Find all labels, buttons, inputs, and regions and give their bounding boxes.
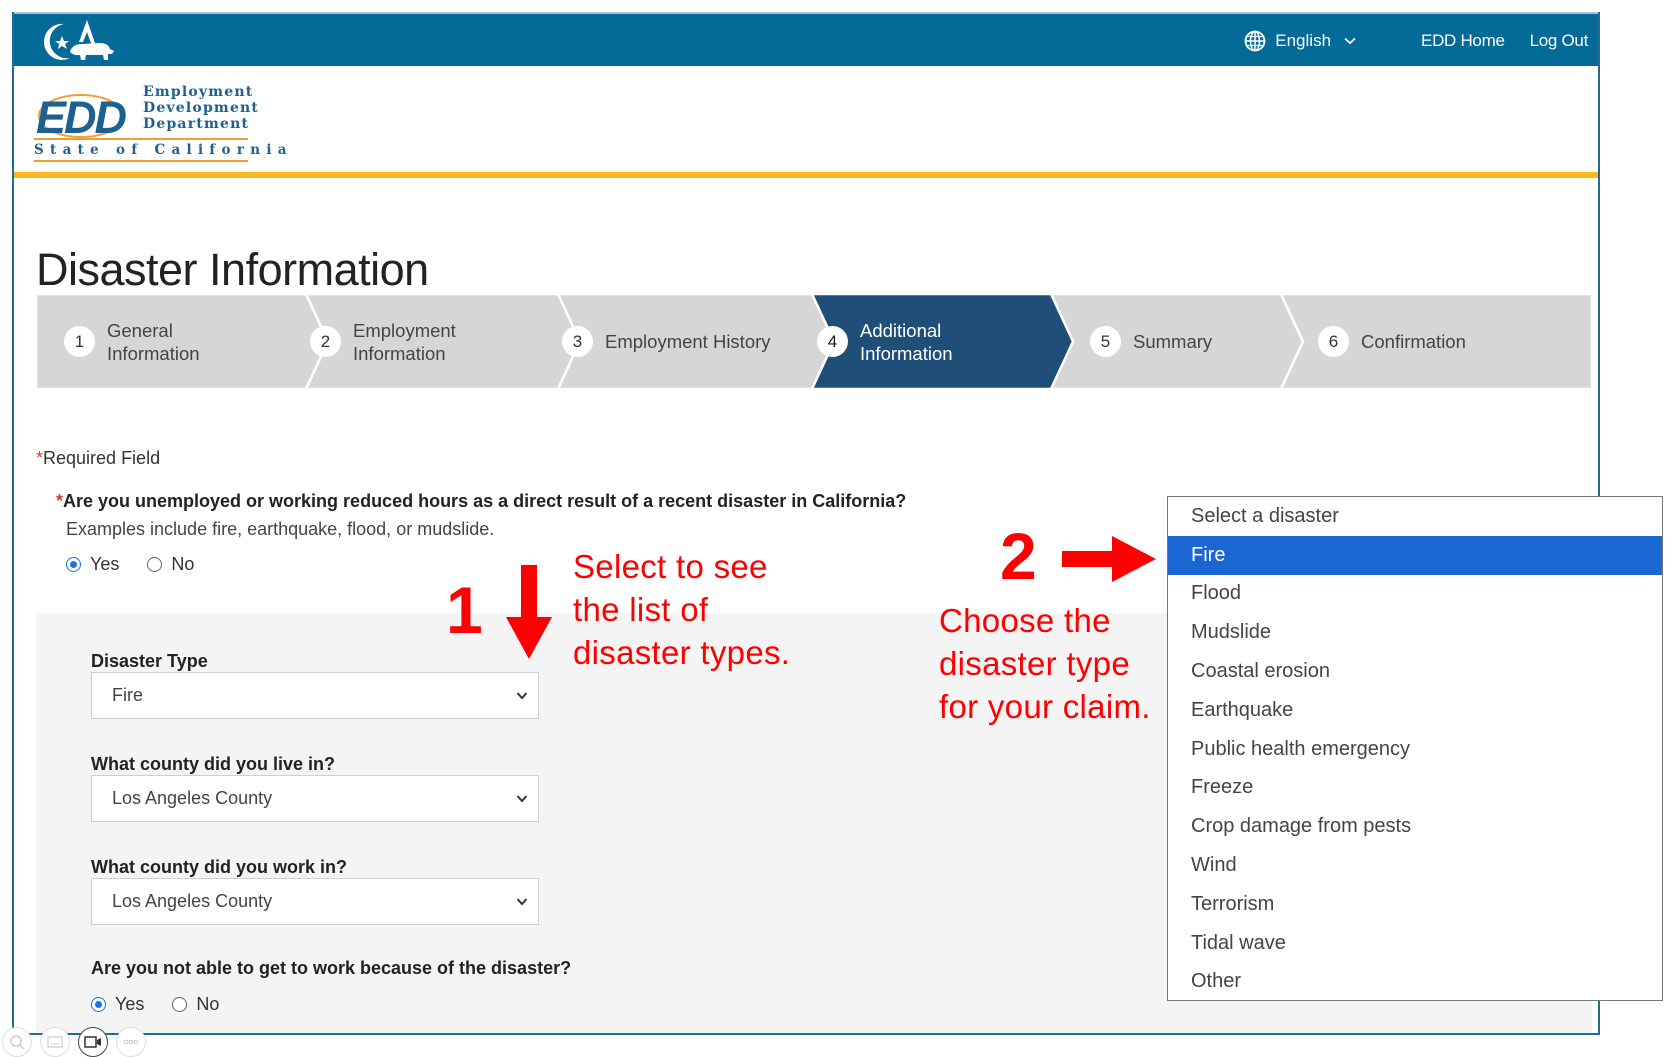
edd-mark: EDD [36,92,127,143]
step-label: Confirmation [1361,331,1466,352]
step-label: Employment History [605,331,771,352]
header-divider [14,172,1598,178]
step-number: 6 [1318,326,1349,357]
edd-department-name: Employment Development Department [143,84,260,132]
bottom-toolbar [2,1027,146,1057]
ca-logo-icon[interactable] [40,18,120,64]
cannot-get-to-work-radios: Yes No [91,994,247,1015]
disaster-question-label: *Are you unemployed or working reduced h… [56,491,907,511]
dropdown-option[interactable]: Fire [1168,535,1662,575]
page-title: Disaster Information [36,244,429,296]
state-of-california: State of California [34,142,293,158]
step-employment-history[interactable]: 3 Employment History [562,294,771,389]
step-additional-information[interactable]: 4 Additional Information [817,294,953,389]
step-number: 1 [64,326,95,357]
disaster-type-dropdown-list[interactable]: Select a disaster Fire Flood Mudslide Coasta… [1167,496,1663,1001]
county-work-label: What county did you work in? [91,857,347,877]
dropdown-option[interactable]: Terrorism [1168,885,1662,924]
step-summary[interactable]: 5 Summary [1090,294,1212,389]
dropdown-option[interactable]: Public health emergency [1168,730,1662,769]
edd-logo[interactable]: EDD Employment Development Department St… [14,66,1598,172]
dropdown-option[interactable]: Coastal erosion [1168,652,1662,691]
logo-divider [34,138,248,140]
search-icon[interactable] [2,1027,32,1057]
required-asterisk: * [56,491,64,511]
county-live-select[interactable]: Los Angeles County [91,775,539,822]
dropdown-option[interactable]: Earthquake [1168,691,1662,730]
radio-button[interactable] [172,997,188,1012]
more-icon[interactable] [116,1027,146,1057]
dropdown-option[interactable]: Other [1168,963,1662,1002]
radio-button-checked[interactable] [91,997,106,1012]
language-selector[interactable]: English [1244,30,1356,52]
disaster-type-select[interactable]: Fire [91,672,539,719]
county-live-label: What county did you live in? [91,754,336,774]
dropdown-option[interactable]: Tidal wave [1168,924,1662,963]
step-label: Summary [1133,331,1213,352]
required-asterisk: * [36,448,44,468]
log-out-link[interactable]: Log Out [1530,31,1589,51]
chevron-down-icon [516,795,528,803]
step-number: 3 [562,326,593,357]
dropdown-option[interactable]: Freeze [1168,769,1662,808]
radio-yes[interactable]: Yes [91,994,144,1015]
language-label: English [1275,31,1332,50]
required-field-note: *Required Field [36,448,161,468]
chevron-down-icon [516,692,528,700]
edd-home-link[interactable]: EDD Home [1421,31,1505,51]
step-number: 5 [1090,326,1121,357]
radio-button-checked[interactable] [66,557,81,572]
arrow-down-icon [506,565,552,659]
step-confirmation[interactable]: 6 Confirmation [1318,294,1466,389]
step-label: Additional Information [860,319,953,364]
radio-button[interactable] [147,557,163,572]
county-work-select[interactable]: Los Angeles County [91,878,539,925]
dropdown-option[interactable]: Wind [1168,846,1662,885]
dropdown-option[interactable]: Mudslide [1168,613,1662,652]
chevron-down-icon [516,898,528,906]
step-employment-information[interactable]: 2 Employment Information [310,294,456,389]
step-label: General Information [107,319,200,364]
annotation-step-1-number: 1 [446,573,483,647]
disaster-type-label: Disaster Type [91,651,208,671]
captions-icon[interactable] [40,1027,70,1057]
disaster-question-radios: Yes No [66,554,222,575]
radio-yes[interactable]: Yes [66,554,119,575]
cannot-get-to-work-label: Are you not able to get to work because … [91,958,572,978]
progress-stepper: 1 General Information 2 Employment Informa… [36,294,1592,389]
annotation-step-1-text: Select to see the list of disaster types… [573,548,791,671]
radio-no[interactable]: No [172,994,219,1015]
step-label: Employment Information [353,319,456,364]
arrow-right-icon [1062,536,1156,582]
top-bar: English EDD Home Log Out [14,12,1598,68]
radio-no[interactable]: No [147,554,194,575]
dropdown-option[interactable]: Flood [1168,575,1662,614]
chevron-down-icon [1344,37,1356,45]
disaster-question-hint: Examples include fire, earthquake, flood… [66,519,495,539]
logo-underline [34,160,248,162]
annotation-step-2-number: 2 [1000,519,1037,593]
step-number: 2 [310,326,341,357]
annotation-step-2-text: Choose the disaster type for your claim. [939,602,1151,725]
dropdown-option[interactable]: Select a disaster [1168,497,1662,536]
dropdown-option[interactable]: Crop damage from pests [1168,807,1662,846]
step-number: 4 [817,326,848,357]
camera-icon[interactable] [78,1027,108,1057]
step-general-information[interactable]: 1 General Information [64,294,200,389]
globe-icon [1244,30,1266,52]
